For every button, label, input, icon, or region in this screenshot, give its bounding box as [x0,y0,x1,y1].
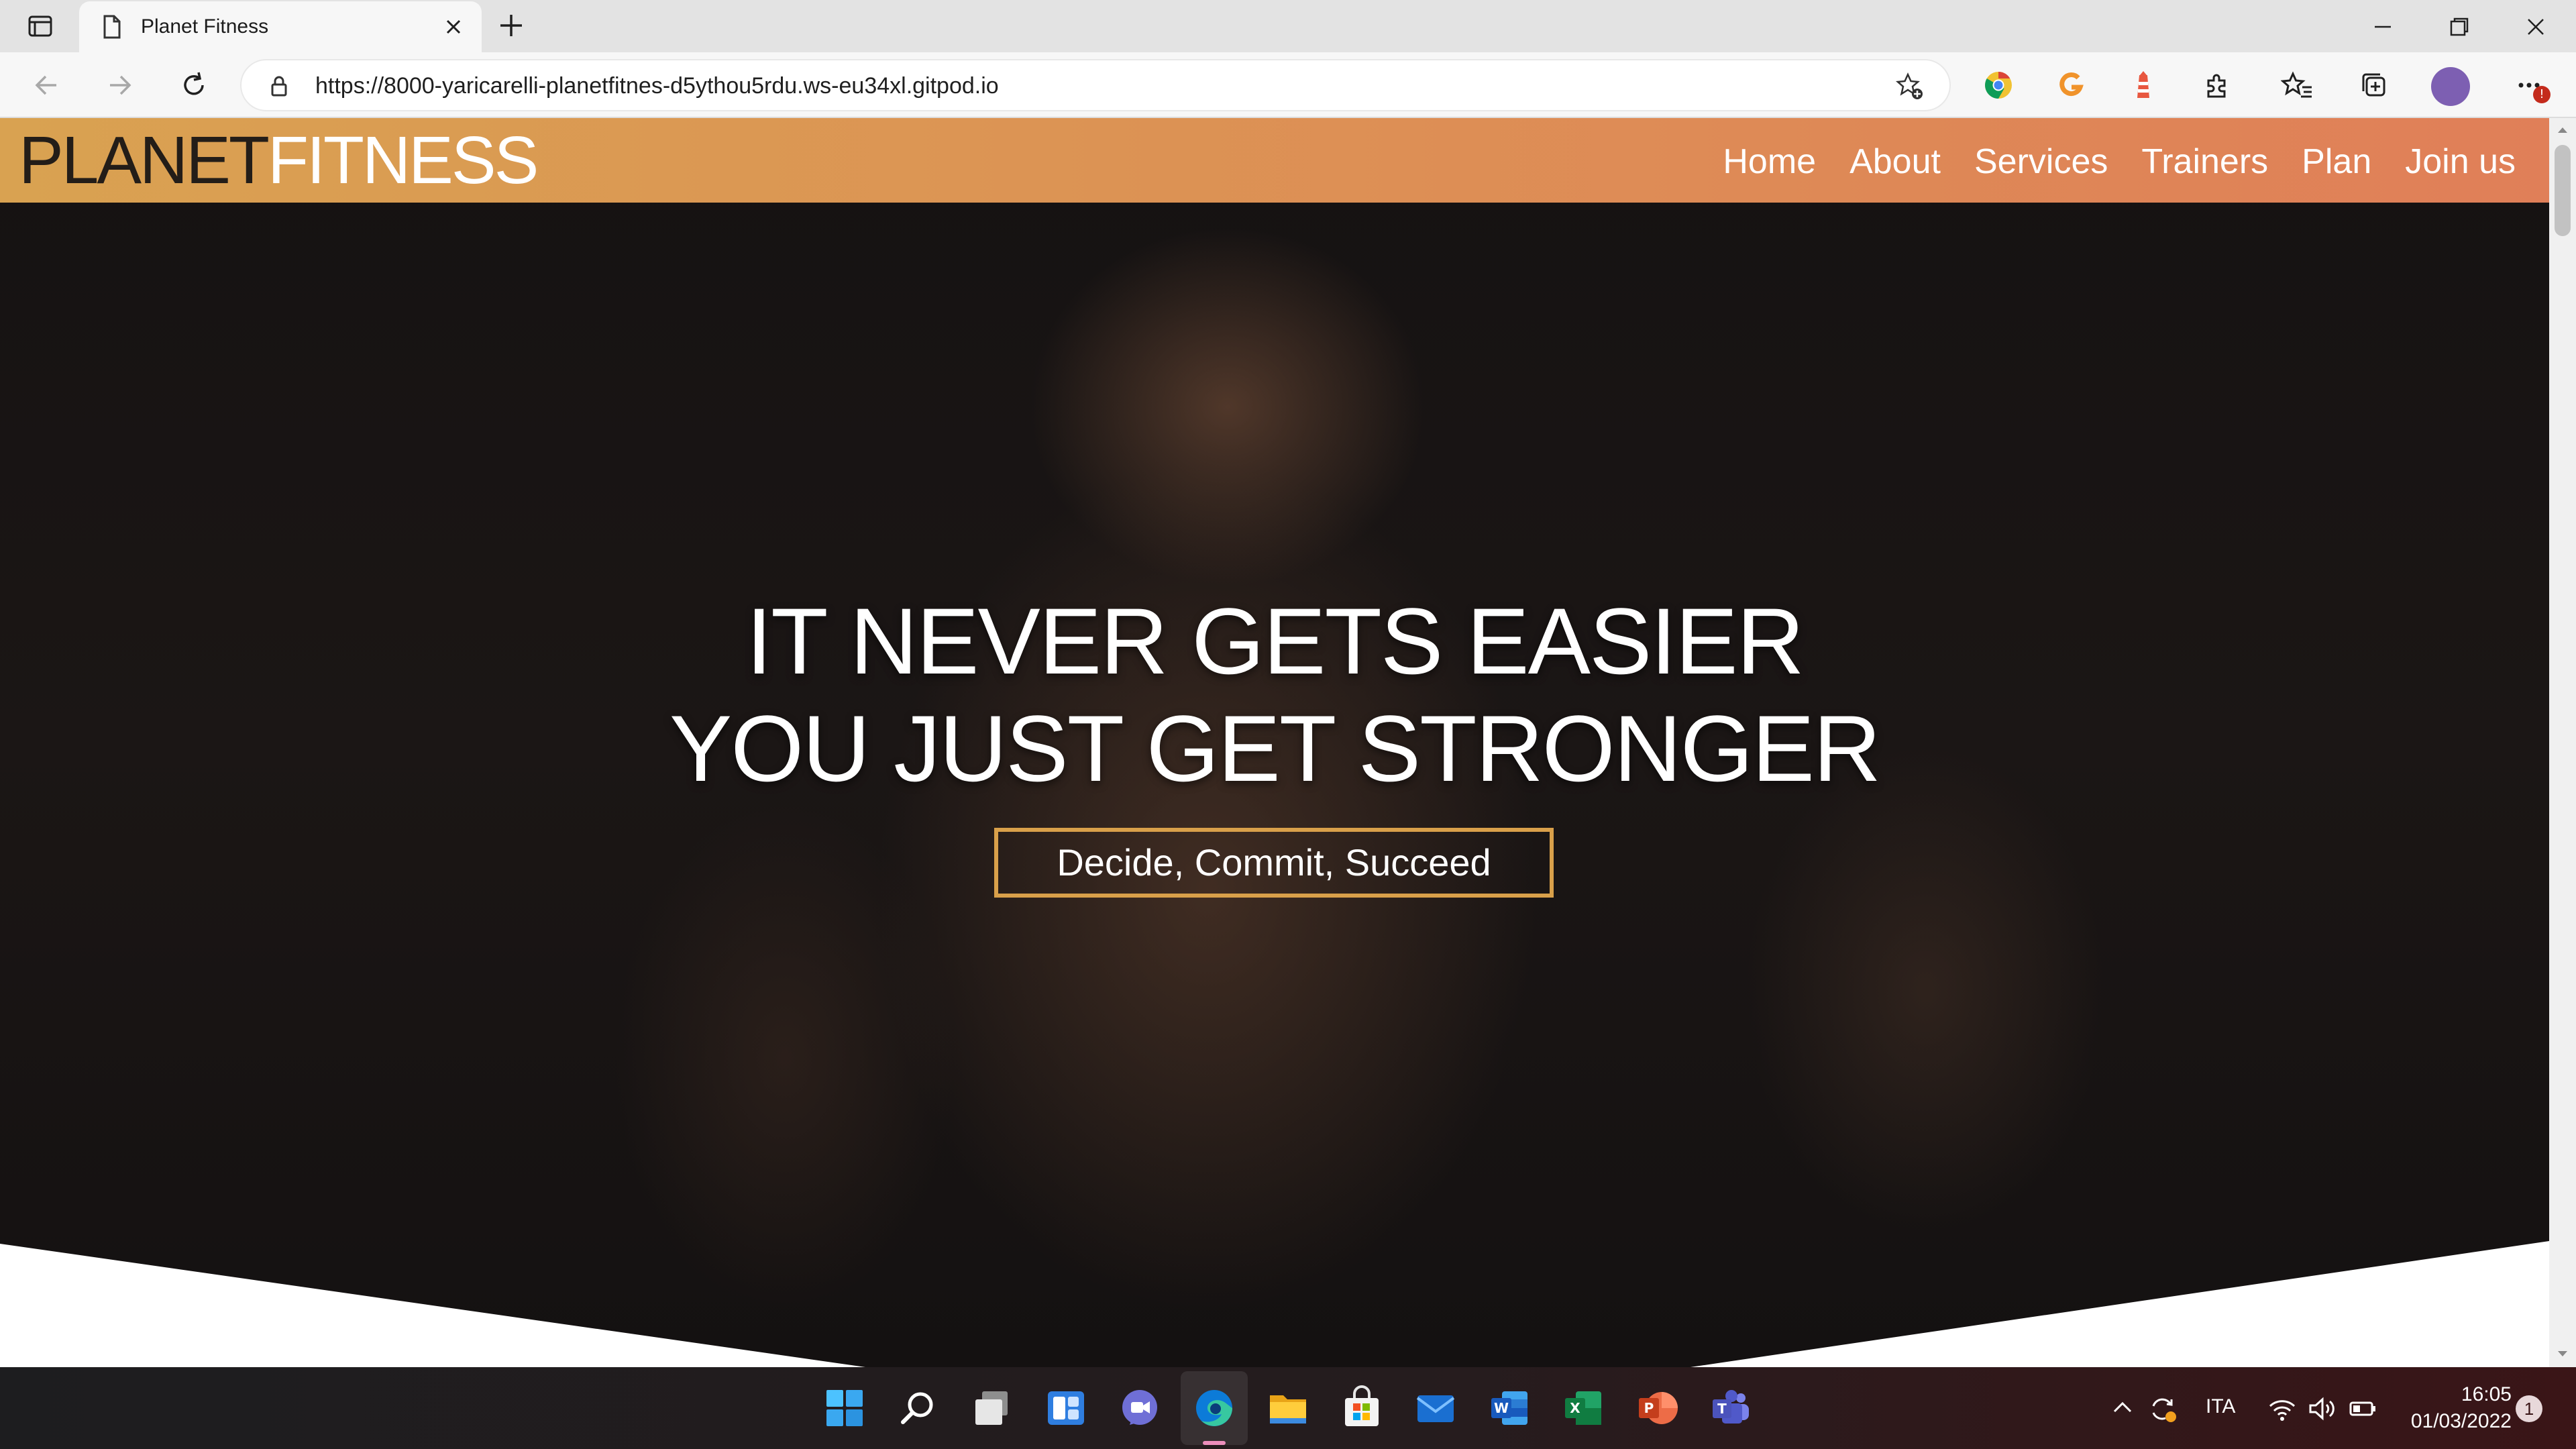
hero-section: PLANETFITNESS Home About Services Traine… [0,118,2549,1367]
close-window-icon[interactable] [2520,11,2552,43]
lock-icon[interactable] [266,72,292,99]
svg-text:T: T [1717,1401,1727,1417]
microsoft-store-icon[interactable] [1337,1383,1387,1433]
nav-services[interactable]: Services [1974,141,2108,182]
word-icon[interactable]: W [1485,1383,1534,1433]
browser-tab-strip: Planet Fitness [0,0,2576,52]
scroll-down-arrow-icon[interactable] [2556,1348,2569,1359]
forward-arrow-icon[interactable] [103,68,137,102]
volume-icon[interactable] [2306,1393,2339,1425]
hero-cta-button[interactable]: Decide, Commit, Succeed [994,828,1554,898]
browser-toolbar: https://8000-yaricarelli-planetfitnes-d5… [0,52,2576,118]
sync-icon[interactable] [2147,1393,2179,1425]
lighthouse-extension-icon[interactable] [2127,68,2160,102]
nav-trainers[interactable]: Trainers [2141,141,2268,182]
restore-icon[interactable] [2443,11,2475,43]
add-favorite-icon[interactable] [1894,71,1925,102]
close-tab-icon[interactable] [440,13,467,40]
battery-icon[interactable] [2347,1393,2379,1425]
powerpoint-icon[interactable]: P [1632,1383,1682,1433]
svg-text:X: X [1570,1400,1580,1416]
chevron-up-icon[interactable] [2108,1393,2137,1422]
refresh-icon[interactable] [177,68,211,102]
teams-chat-icon[interactable] [1115,1383,1165,1433]
teams-icon[interactable]: T [1706,1383,1756,1433]
back-arrow-icon[interactable] [30,68,63,102]
extensions-icon[interactable] [2200,68,2234,102]
url-text[interactable]: https://8000-yaricarelli-planetfitnes-d5… [315,73,999,99]
input-language[interactable]: ITA [2206,1395,2235,1418]
nav-home[interactable]: Home [1723,141,1816,182]
collections-icon[interactable] [2357,68,2391,102]
search-icon[interactable] [894,1383,943,1433]
excel-icon[interactable]: X [1558,1383,1608,1433]
page-scrollbar[interactable] [2549,118,2576,1367]
edge-browser-icon[interactable] [1189,1383,1239,1433]
svg-text:P: P [1644,1400,1654,1416]
chrome-extension-icon[interactable] [1982,68,2015,102]
new-tab-icon[interactable] [495,9,527,42]
file-explorer-icon[interactable] [1263,1383,1313,1433]
task-view-icon[interactable] [967,1383,1017,1433]
notification-badge[interactable]: 1 [2516,1395,2542,1422]
svg-text:W: W [1494,1400,1509,1416]
update-badge: ! [2533,86,2551,103]
logo-part-fitness: FITNESS [268,123,539,198]
nav-join-us[interactable]: Join us [2405,141,2516,182]
nav-about[interactable]: About [1849,141,1941,182]
clock-date[interactable]: 01/03/2022 [2388,1410,2512,1433]
tab-title: Planet Fitness [141,15,269,38]
widgets-icon[interactable] [1041,1383,1091,1433]
site-navbar: PLANETFITNESS Home About Services Traine… [0,118,2549,203]
nav-plan[interactable]: Plan [2302,141,2371,182]
windows-taskbar: W X P T ITA 16:05 01/03/2022 1 [0,1367,2576,1449]
tab-planet-fitness[interactable]: Planet Fitness [79,1,482,52]
minimize-icon[interactable] [2367,11,2399,43]
hero-headline-line-1: IT NEVER GETS EASIER [746,588,1805,694]
start-icon[interactable] [820,1383,869,1433]
page-icon [98,13,125,40]
scroll-up-arrow-icon[interactable] [2556,125,2569,136]
scrollbar-thumb[interactable] [2555,145,2571,236]
logo-part-planet: PLANET [19,123,270,198]
tab-actions-icon[interactable] [25,11,55,41]
hero-headline-line-2: YOU JUST GET STRONGER [669,696,1881,801]
site-menu: Home About Services Trainers Plan Join u… [1723,141,2516,182]
grammarly-extension-icon[interactable] [2054,68,2088,102]
address-bar[interactable]: https://8000-yaricarelli-planetfitnes-d5… [240,59,1951,111]
clock-time[interactable]: 16:05 [2404,1383,2512,1406]
profile-avatar[interactable] [2431,67,2470,106]
page-viewport: PLANETFITNESS Home About Services Traine… [0,118,2549,1367]
favorites-icon[interactable] [2281,68,2314,102]
active-app-indicator [1203,1441,1226,1445]
wifi-icon[interactable] [2266,1393,2298,1425]
mail-icon[interactable] [1411,1383,1460,1433]
site-logo[interactable]: PLANETFITNESS [19,123,539,198]
screen: Planet Fitness https://8000-yaricarelli-… [0,0,2576,1449]
